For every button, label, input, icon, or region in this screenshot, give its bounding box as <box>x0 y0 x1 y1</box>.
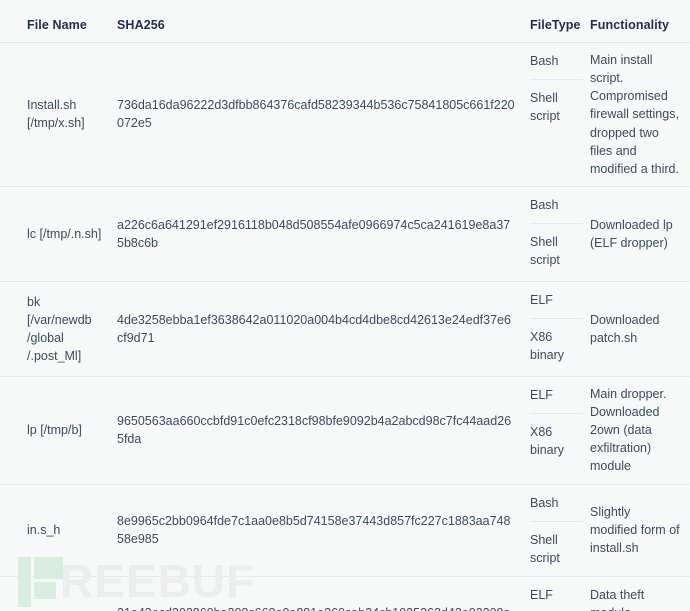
file-name-line: /.post_Ml] <box>27 349 82 363</box>
table-header: File Name SHA256 FileType Functionality <box>0 0 690 43</box>
file-name-line: Install.sh <box>27 98 77 113</box>
file-name-line: in.s_h <box>27 523 61 538</box>
file-type-secondary: Shell script <box>530 235 560 268</box>
cell-sha256: 4de3258ebba1ef3638642a011020a004b4cd4dbe… <box>112 281 525 377</box>
table-row: lc [/tmp/.n.sh] a226c6a641291ef2916118b0… <box>0 186 690 282</box>
table-row: 2own 31e43ecd203860ba208c668a0e881a260ce… <box>0 576 690 611</box>
cell-functionality: Downloaded patch.sh <box>583 281 690 377</box>
cell-sha256: 9650563aa660ccbfd91c0efc2318cf98bfe9092b… <box>112 376 525 485</box>
cell-file-type: ELF X86 binary <box>525 281 583 377</box>
file-type-secondary: X86 binary <box>530 330 565 363</box>
file-type-primary: ELF <box>530 282 583 319</box>
table-row: Install.sh [/tmp/x.sh] 736da16da96222d3d… <box>0 42 690 187</box>
file-name-line: lp [/tmp/b] <box>27 423 82 438</box>
file-name-line: /global <box>27 330 64 345</box>
file-type-primary: ELF <box>530 577 583 611</box>
table-body: Install.sh [/tmp/x.sh] 736da16da96222d3d… <box>0 42 690 611</box>
cell-file-type: Bash Shell script <box>525 484 583 577</box>
file-name-line: lc [/tmp/.n.sh] <box>27 226 102 241</box>
table-header-row: File Name SHA256 FileType Functionality <box>0 0 690 43</box>
column-header-sha256: SHA256 <box>112 0 525 43</box>
cell-file-name: in.s_h <box>0 484 112 577</box>
cell-file-name: lp [/tmp/b] <box>0 376 112 485</box>
cell-sha256: 31e43ecd203860ba208c668a0e881a260ceb24cb… <box>112 576 525 611</box>
table-row: lp [/tmp/b] 9650563aa660ccbfd91c0efc2318… <box>0 376 690 485</box>
cell-file-name: Install.sh [/tmp/x.sh] <box>0 42 112 187</box>
cell-sha256: a226c6a641291ef2916118b048d508554afe0966… <box>112 186 525 282</box>
column-header-file-name: File Name <box>0 0 112 43</box>
file-type-secondary: X86 binary <box>530 425 565 458</box>
table-row: bk [/var/newdb /global /.post_Ml] 4de325… <box>0 281 690 377</box>
cell-functionality: Slightly modified form of install.sh <box>583 484 690 577</box>
cell-file-name: 2own <box>0 576 112 611</box>
cell-functionality: Main install script. Compromised firewal… <box>583 42 690 187</box>
column-header-file-type: FileType <box>525 0 583 43</box>
cell-file-type: ELF X86 script <box>525 576 583 611</box>
table-row: in.s_h 8e9965c2bb0964fde7c1aa0e8b5d74158… <box>0 484 690 577</box>
malware-file-table: File Name SHA256 FileType Functionality … <box>0 0 690 611</box>
file-type-secondary: Shell script <box>530 532 560 565</box>
cell-sha256: 8e9965c2bb0964fde7c1aa0e8b5d74158e37443d… <box>112 484 525 577</box>
cell-file-name: lc [/tmp/.n.sh] <box>0 186 112 282</box>
cell-file-type: Bash Shell script <box>525 42 583 187</box>
cell-functionality: Main dropper. Downloaded 2own (data exfi… <box>583 376 690 485</box>
file-type-primary: ELF <box>530 377 583 414</box>
file-type-primary: Bash <box>530 187 583 224</box>
cell-functionality: Downloaded lp (ELF dropper) <box>583 186 690 282</box>
file-type-secondary: Shell script <box>530 91 560 124</box>
cell-file-type: Bash Shell script <box>525 186 583 282</box>
cell-sha256: 736da16da96222d3dfbb864376cafd58239344b5… <box>112 42 525 187</box>
cell-functionality: Data theft module. Exfiltrates to 38.27.… <box>583 576 690 611</box>
file-type-primary: Bash <box>530 485 583 522</box>
column-header-functionality: Functionality <box>583 0 690 43</box>
file-name-line: bk [/var/newdb <box>27 294 92 327</box>
ioc-table-container: File Name SHA256 FileType Functionality … <box>0 0 690 611</box>
file-type-primary: Bash <box>530 43 583 81</box>
file-name-line: [/tmp/x.sh] <box>27 116 85 131</box>
cell-file-name: bk [/var/newdb /global /.post_Ml] <box>0 281 112 377</box>
cell-file-type: ELF X86 binary <box>525 376 583 485</box>
